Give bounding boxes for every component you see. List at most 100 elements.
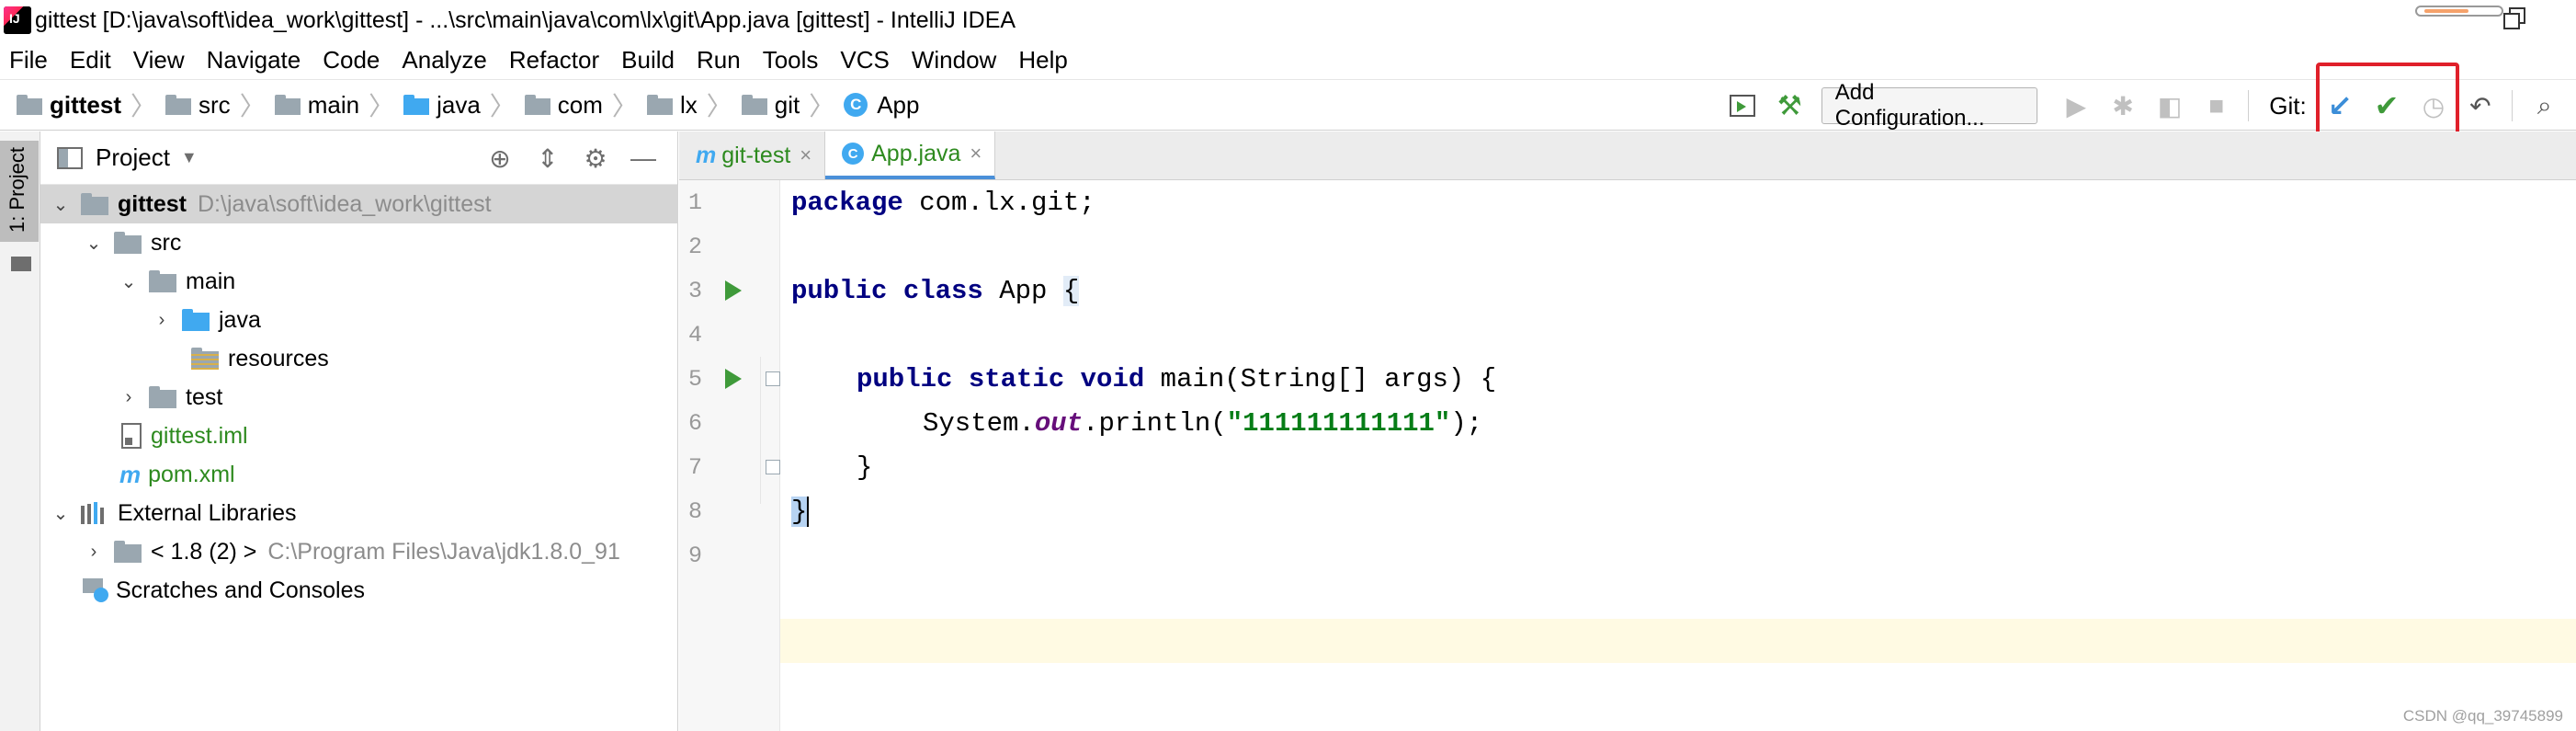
build-hammer-icon[interactable]: ⚒: [1775, 90, 1805, 121]
tree-label: resources: [228, 345, 329, 371]
tree-label: test: [186, 383, 223, 410]
add-configuration-button[interactable]: Add Configuration...: [1821, 80, 2037, 131]
main-toolbar: ⚒ Add Configuration... ▶ ✱ ◧ ■ Git: ↙ ✔ …: [1728, 80, 2576, 131]
chevron-right-icon: 〉: [239, 92, 266, 120]
menu-vcs[interactable]: VCS: [840, 46, 889, 74]
tree-node-iml[interactable]: gittest.iml: [121, 417, 248, 455]
code-line-6[interactable]: System. out .println("111111111111");: [923, 401, 1482, 445]
line-number: 2: [688, 233, 703, 260]
menu-code[interactable]: Code: [323, 46, 380, 74]
search-icon[interactable]: ⌕: [2529, 90, 2559, 121]
code-text: App: [982, 275, 1063, 306]
title-bar: IJ gittest [D:\java\soft\idea_work\gitte…: [0, 0, 2576, 40]
chevron-right-icon: 〉: [369, 92, 395, 120]
chevron-down-icon[interactable]: ⌄: [50, 193, 72, 216]
menu-help[interactable]: Help: [1018, 46, 1067, 74]
menu-build[interactable]: Build: [621, 46, 675, 74]
chevron-right-icon[interactable]: ›: [83, 542, 105, 563]
code-line-3[interactable]: public class App {: [791, 268, 1080, 313]
collapse-all-icon[interactable]: ⇕: [534, 144, 562, 173]
menu-run[interactable]: Run: [697, 46, 741, 74]
tab-app-java[interactable]: C App.java ×: [825, 131, 996, 179]
tab-git-test[interactable]: m git-test ×: [679, 131, 826, 179]
folder-icon: [11, 257, 31, 271]
tree-label: External Libraries: [118, 499, 297, 526]
breadcrumb-main[interactable]: main: [308, 91, 359, 120]
run-class-icon[interactable]: [725, 268, 747, 313]
debug-bug-icon[interactable]: ✱: [2108, 90, 2139, 121]
close-icon[interactable]: ×: [970, 142, 982, 166]
coverage-icon[interactable]: ◧: [2155, 90, 2185, 121]
code-text: com.lx.git;: [902, 187, 1095, 218]
run-main-icon[interactable]: [725, 357, 747, 401]
folder-icon: [114, 232, 142, 254]
tree-node-external-libraries[interactable]: ⌄ External Libraries: [50, 494, 297, 532]
folder-icon: [274, 95, 301, 115]
locate-target-icon[interactable]: ⊕: [486, 144, 514, 173]
menu-window[interactable]: Window: [912, 46, 996, 74]
menu-analyze[interactable]: Analyze: [402, 46, 487, 74]
minimize-button[interactable]: [2415, 6, 2503, 17]
tree-node-resources[interactable]: resources: [191, 339, 329, 378]
run-configurations-icon[interactable]: [1728, 90, 1758, 121]
menu-file[interactable]: File: [9, 46, 48, 74]
gear-icon[interactable]: ⚙: [582, 144, 609, 173]
chevron-down-icon[interactable]: ⌄: [118, 270, 140, 293]
fold-marker-icon[interactable]: [766, 371, 780, 386]
package-icon: [524, 95, 550, 115]
breadcrumb-lx[interactable]: lx: [680, 91, 698, 120]
breadcrumb-src[interactable]: src: [199, 91, 231, 120]
code-line-5[interactable]: public static void main(String[] args) {: [857, 357, 1496, 401]
module-folder-icon: [81, 193, 108, 215]
menu-view[interactable]: View: [133, 46, 185, 74]
restore-button[interactable]: [2503, 7, 2525, 29]
navigation-bar: gittest 〉 src 〉 main 〉 java 〉 com 〉 lx 〉…: [0, 79, 2576, 131]
current-line-highlight: [780, 619, 2576, 663]
git-history-icon[interactable]: ◷: [2419, 90, 2449, 121]
code-line-8[interactable]: }: [791, 489, 810, 533]
chevron-down-icon[interactable]: ⌄: [83, 232, 105, 255]
menu-edit[interactable]: Edit: [70, 46, 111, 74]
code-line-1[interactable]: package com.lx.git;: [791, 180, 1095, 224]
chevron-right-icon[interactable]: ›: [118, 387, 140, 408]
line-number: 9: [688, 542, 703, 569]
editor-tab-bar: m git-test × C App.java ×: [679, 131, 2576, 180]
git-rollback-icon[interactable]: ↶: [2465, 90, 2495, 121]
keyword: package: [791, 187, 903, 218]
tree-label: Scratches and Consoles: [116, 577, 365, 603]
git-update-icon[interactable]: ↙: [2325, 89, 2355, 122]
chevron-down-icon[interactable]: ⌄: [50, 502, 72, 525]
tab-label: git-test: [721, 142, 791, 168]
tree-node-main[interactable]: ⌄ main: [118, 262, 236, 301]
fold-marker-icon[interactable]: [766, 460, 780, 474]
breadcrumb-project[interactable]: gittest: [50, 91, 121, 120]
scratches-icon: [83, 578, 108, 602]
hide-minus-icon[interactable]: —: [630, 143, 657, 172]
breadcrumb-app[interactable]: App: [877, 91, 919, 120]
project-panel-title[interactable]: Project: [96, 143, 170, 172]
tree-path: C:\Program Files\Java\jdk1.8.0_91: [267, 538, 620, 565]
breadcrumb-java[interactable]: java: [437, 91, 481, 120]
code-line-7[interactable]: }: [857, 445, 872, 489]
breadcrumb-com[interactable]: com: [558, 91, 603, 120]
git-commit-icon[interactable]: ✔: [2372, 89, 2402, 122]
menu-navigate[interactable]: Navigate: [207, 46, 301, 74]
tree-label: src: [151, 229, 182, 256]
tree-node-test[interactable]: › test: [118, 378, 223, 417]
run-icon[interactable]: ▶: [2061, 90, 2092, 121]
tree-node-pom[interactable]: m pom.xml: [119, 455, 235, 494]
line-number: 4: [688, 321, 703, 348]
breadcrumb-git[interactable]: git: [775, 91, 800, 120]
menu-tools[interactable]: Tools: [763, 46, 819, 74]
stop-icon[interactable]: ■: [2201, 90, 2231, 121]
tree-node-java[interactable]: › java: [151, 301, 261, 339]
tree-node-src[interactable]: ⌄ src: [83, 223, 182, 262]
menu-refactor[interactable]: Refactor: [509, 46, 599, 74]
tree-node-scratches[interactable]: Scratches and Consoles: [83, 571, 365, 610]
tree-node-jdk[interactable]: › < 1.8 (2) > C:\Program Files\Java\jdk1…: [83, 532, 620, 571]
project-tool-window-tab[interactable]: 1: Project: [0, 141, 39, 271]
tree-node-project-root[interactable]: ⌄ gittest D:\java\soft\idea_work\gittest: [40, 185, 678, 223]
chevron-down-icon[interactable]: ▼: [181, 148, 198, 167]
close-icon[interactable]: ×: [800, 143, 811, 167]
chevron-right-icon[interactable]: ›: [151, 310, 173, 331]
